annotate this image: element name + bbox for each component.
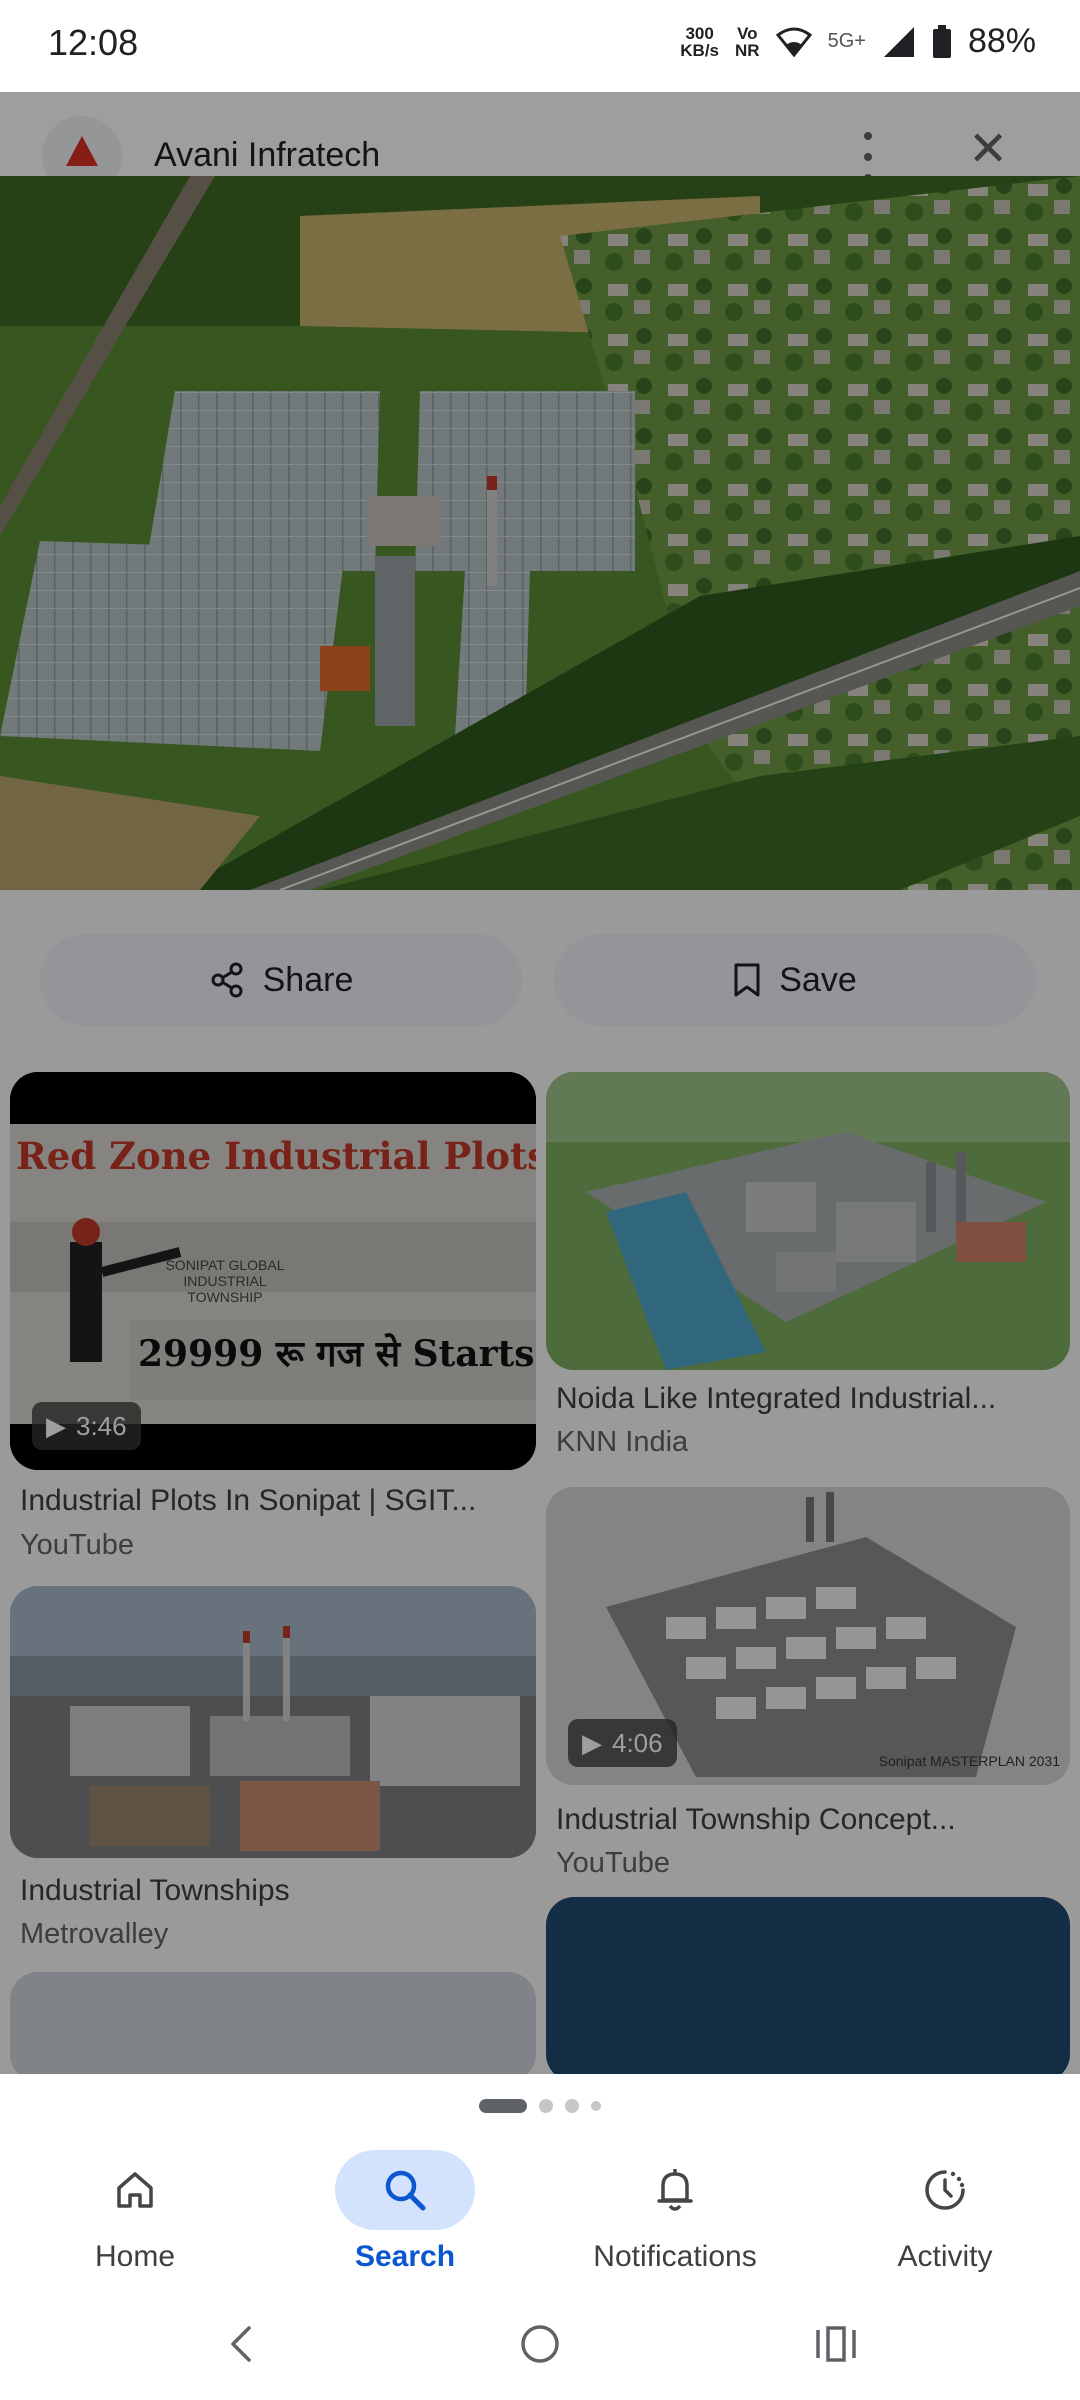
result-card[interactable]: Industrial Townships Metrovalley bbox=[10, 1586, 536, 1976]
recents-icon[interactable] bbox=[806, 2314, 866, 2374]
network-type: 5G+ bbox=[827, 30, 866, 52]
sheet-header: Avani Infratech ✕ bbox=[0, 92, 1080, 196]
network-speed-value: 300 bbox=[685, 23, 714, 43]
nav-tab-search[interactable]: Search bbox=[270, 2150, 540, 2280]
duration-text: 4:06 bbox=[612, 1727, 663, 1758]
result-card[interactable]: Noida Like Integrated Industrial... KNN … bbox=[546, 1072, 1070, 1462]
result-source: KNN India bbox=[556, 1426, 689, 1458]
thumbnail-heading: Red Zone Industrial Plots bbox=[16, 1134, 536, 1178]
volte-nr-indicator: Vo NR bbox=[735, 25, 760, 59]
battery-icon bbox=[932, 24, 951, 58]
share-icon bbox=[211, 962, 243, 998]
nr-label: NR bbox=[735, 40, 760, 60]
page-dot bbox=[539, 2099, 553, 2113]
duration-badge: ▶ 3:46 bbox=[32, 1402, 141, 1450]
thumbnail-caption: Sonipat MASTERPLAN 2031 bbox=[878, 1753, 1060, 1769]
aerial-photo bbox=[0, 176, 1080, 890]
nav-tab-activity[interactable]: Activity bbox=[810, 2150, 1080, 2280]
action-row: Share Save bbox=[0, 934, 1080, 1026]
activity-icon bbox=[875, 2150, 1015, 2230]
result-title: Industrial Plots In Sonipat | SGIT... bbox=[20, 1484, 477, 1517]
thumbnail-image bbox=[546, 1072, 1070, 1370]
nav-label-notifications: Notifications bbox=[593, 2240, 757, 2273]
save-label: Save bbox=[779, 960, 857, 999]
home-button-icon[interactable] bbox=[510, 2314, 570, 2374]
network-speed-unit: KB/s bbox=[680, 40, 720, 60]
bell-icon bbox=[605, 2150, 745, 2230]
network-speed: 300 KB/s bbox=[680, 25, 719, 59]
play-icon: ▶ bbox=[582, 1727, 602, 1758]
page-dot-active bbox=[479, 2099, 527, 2113]
bottom-navigation: Home Search Notifications Activity bbox=[0, 2138, 1080, 2288]
duration-text: 3:46 bbox=[76, 1410, 127, 1441]
page-dot bbox=[591, 2101, 601, 2111]
result-card[interactable] bbox=[546, 1897, 1070, 2074]
home-icon bbox=[65, 2150, 205, 2230]
hero-image[interactable] bbox=[0, 176, 1080, 890]
nav-label-search: Search bbox=[354, 2240, 456, 2273]
result-thumbnail bbox=[546, 1897, 1070, 2074]
result-title: Industrial Township Concept... bbox=[556, 1803, 956, 1836]
thumbnail-sign: SONIPAT GLOBAL INDUSTRIAL TOWNSHIP bbox=[165, 1257, 285, 1305]
site-title[interactable]: Avani Infratech bbox=[154, 136, 380, 175]
back-icon[interactable] bbox=[212, 2314, 272, 2374]
battery-level: 88% bbox=[967, 22, 1036, 60]
result-thumbnail bbox=[546, 1072, 1070, 1370]
result-card[interactable]: Sonipat MASTERPLAN 2031 ▶ 4:06 Industria… bbox=[546, 1487, 1070, 1879]
page-indicator bbox=[0, 2074, 1080, 2138]
share-button[interactable]: Share bbox=[40, 934, 522, 1026]
status-bar: 12:08 300 KB/s Vo NR 5G+ 88% bbox=[0, 0, 1080, 92]
result-title: Industrial Townships bbox=[20, 1874, 290, 1907]
result-card[interactable]: Red Zone Industrial Plots SONIPAT GLOBAL… bbox=[10, 1072, 536, 1561]
more-vert-icon[interactable] bbox=[858, 132, 878, 182]
status-time: 12:08 bbox=[48, 22, 139, 63]
result-title: Noida Like Integrated Industrial... bbox=[556, 1382, 997, 1415]
result-thumbnail: Red Zone Industrial Plots SONIPAT GLOBAL… bbox=[10, 1072, 536, 1470]
status-icons: 300 KB/s Vo NR 5G+ 88% bbox=[680, 22, 1036, 61]
result-source: Metrovalley bbox=[20, 1918, 169, 1950]
share-label: Share bbox=[262, 960, 354, 999]
system-navigation-bar bbox=[0, 2288, 1080, 2400]
thumbnail-price-text: 29999 रू गज से Starts bbox=[138, 1333, 535, 1375]
result-source: YouTube bbox=[556, 1847, 670, 1879]
result-thumbnail bbox=[10, 1972, 536, 2074]
close-icon[interactable]: ✕ bbox=[968, 126, 1008, 174]
page-dot bbox=[565, 2099, 579, 2113]
thumbnail-image bbox=[10, 1586, 536, 1858]
nav-tab-notifications[interactable]: Notifications bbox=[540, 2150, 810, 2280]
result-thumbnail bbox=[10, 1586, 536, 1858]
search-icon bbox=[335, 2150, 475, 2230]
result-source: YouTube bbox=[20, 1529, 134, 1561]
volte-label: Vo bbox=[737, 23, 758, 43]
bookmark-icon bbox=[734, 963, 760, 997]
save-button[interactable]: Save bbox=[554, 934, 1036, 1026]
wifi-icon bbox=[775, 27, 812, 57]
result-thumbnail: Sonipat MASTERPLAN 2031 ▶ 4:06 bbox=[546, 1487, 1070, 1785]
play-icon: ▶ bbox=[46, 1410, 66, 1441]
nav-label-activity: Activity bbox=[897, 2240, 993, 2273]
signal-icon bbox=[883, 26, 914, 57]
nav-label-home: Home bbox=[94, 2240, 176, 2273]
result-card[interactable] bbox=[10, 1972, 536, 2074]
image-detail-sheet: Avani Infratech ✕ Share Save Red Zone In… bbox=[0, 92, 1080, 2074]
nav-tab-home[interactable]: Home bbox=[0, 2150, 270, 2280]
duration-badge: ▶ 4:06 bbox=[568, 1719, 677, 1767]
